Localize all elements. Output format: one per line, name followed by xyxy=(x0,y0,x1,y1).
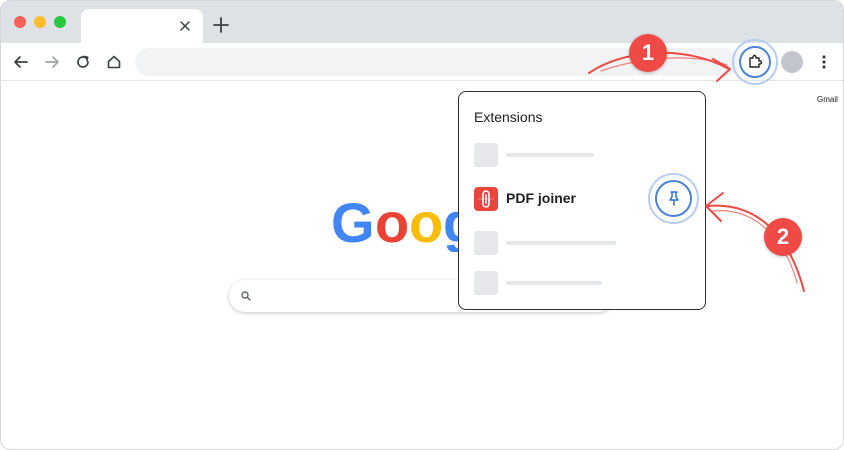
forward-arrow-icon[interactable] xyxy=(43,53,61,71)
maximize-window-button[interactable] xyxy=(54,16,66,28)
pdf-joiner-icon xyxy=(474,187,498,211)
svg-text:o: o xyxy=(409,196,443,252)
close-icon[interactable] xyxy=(177,18,193,34)
plus-icon[interactable] xyxy=(211,15,231,35)
svg-text:G: G xyxy=(331,196,375,252)
pin-extension-button[interactable] xyxy=(655,180,692,217)
extension-icon-placeholder xyxy=(474,271,498,295)
pin-icon xyxy=(669,191,679,206)
extension-item-placeholder[interactable] xyxy=(474,231,694,255)
extension-name-placeholder xyxy=(506,153,594,157)
extension-item-placeholder[interactable] xyxy=(474,271,694,295)
profile-avatar[interactable] xyxy=(781,51,803,73)
toolbar xyxy=(1,39,843,85)
svg-text:o: o xyxy=(375,196,409,252)
extension-name: PDF joiner xyxy=(506,190,577,206)
extension-item-placeholder[interactable] xyxy=(474,143,694,167)
more-vert-icon[interactable] xyxy=(816,52,832,72)
extensions-button[interactable] xyxy=(739,46,771,78)
extension-icon-placeholder xyxy=(474,231,498,255)
home-icon[interactable] xyxy=(105,53,123,71)
back-arrow-icon[interactable] xyxy=(12,53,30,71)
tab-strip xyxy=(1,1,843,43)
browser-window: Gmail G o o g Extensions PDF joiner xyxy=(0,0,844,450)
popup-title: Extensions xyxy=(474,109,543,125)
extension-name-placeholder xyxy=(506,241,616,245)
close-window-button[interactable] xyxy=(14,16,26,28)
reload-icon[interactable] xyxy=(74,53,92,71)
extension-name-placeholder xyxy=(506,281,602,285)
gmail-link[interactable]: Gmail xyxy=(817,95,838,104)
step-2-marker: 2 xyxy=(764,218,802,256)
step-1-marker: 1 xyxy=(629,34,667,72)
minimize-window-button[interactable] xyxy=(34,16,46,28)
tab-active[interactable] xyxy=(81,9,203,43)
search-icon xyxy=(241,291,251,301)
extension-icon-placeholder xyxy=(474,143,498,167)
puzzle-icon xyxy=(749,54,763,68)
